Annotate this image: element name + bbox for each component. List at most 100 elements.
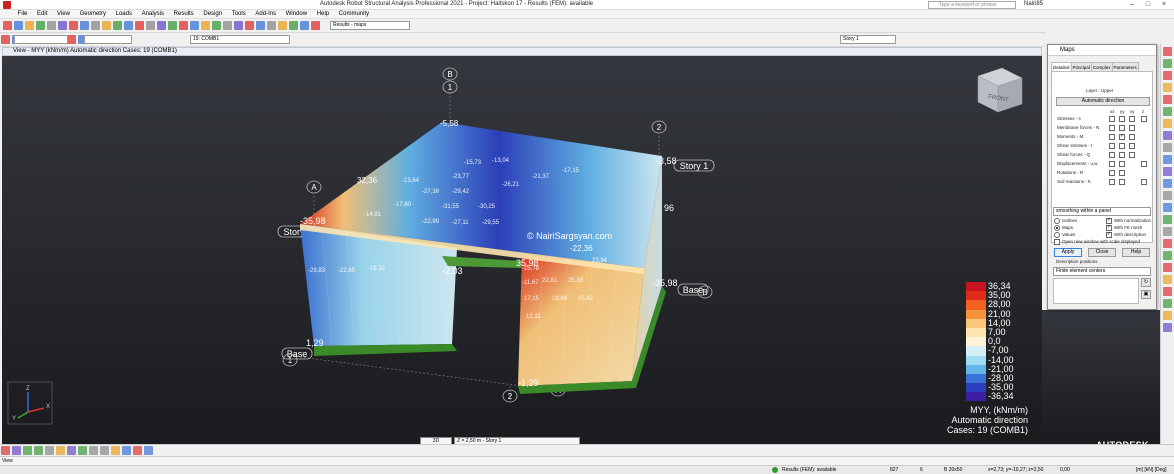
map-component-checkbox[interactable] <box>1141 179 1147 185</box>
bottom-tool-icon[interactable] <box>56 446 65 455</box>
toolbar-tool-icon[interactable] <box>113 21 122 30</box>
map-component-checkbox[interactable] <box>1119 125 1125 131</box>
case-combo[interactable]: 19: COMB1 <box>190 35 290 44</box>
toolbar-tool-icon[interactable] <box>157 21 166 30</box>
side-tool-icon[interactable] <box>1163 131 1172 140</box>
side-tool-icon[interactable] <box>1163 59 1172 68</box>
menu-file[interactable]: File <box>14 10 32 19</box>
toolbar-tool-icon[interactable] <box>124 21 133 30</box>
bottom-tool-icon[interactable] <box>23 446 32 455</box>
settings-icon[interactable]: ▣ <box>1141 290 1151 299</box>
map-component-checkbox[interactable] <box>1119 133 1125 140</box>
toolbar-tool-icon[interactable] <box>223 21 232 30</box>
toolbar-tool-icon[interactable] <box>168 21 177 30</box>
map-component-checkbox[interactable] <box>1109 143 1115 149</box>
map-component-checkbox[interactable] <box>1129 143 1135 149</box>
toolbar-tool-icon[interactable] <box>1 35 10 44</box>
bottom-tool-icon[interactable] <box>89 446 98 455</box>
story-combo[interactable]: Story 1 <box>840 35 896 44</box>
map-component-checkbox[interactable] <box>1109 152 1115 158</box>
bottom-tool-icon[interactable] <box>34 446 43 455</box>
menu-community[interactable]: Community <box>335 10 373 19</box>
toolbar-tool-icon[interactable] <box>245 21 254 30</box>
map-component-checkbox[interactable] <box>1141 116 1147 122</box>
toolbar-tool-icon[interactable] <box>256 21 265 30</box>
bottom-tool-icon[interactable] <box>144 446 153 455</box>
side-tool-icon[interactable] <box>1163 143 1172 152</box>
side-tool-icon[interactable] <box>1163 323 1172 332</box>
toolbar-tool-icon[interactable] <box>267 21 276 30</box>
side-tool-icon[interactable] <box>1163 227 1172 236</box>
side-tool-icon[interactable] <box>1163 155 1172 164</box>
search-input[interactable]: Type a keyword or phrase <box>928 1 1016 9</box>
side-tool-icon[interactable] <box>1163 119 1172 128</box>
map-component-checkbox[interactable] <box>1119 179 1125 185</box>
map-component-checkbox[interactable] <box>1119 143 1125 149</box>
toolbar-tool-icon[interactable] <box>58 21 67 30</box>
tab-principal[interactable]: Principal <box>1070 62 1092 71</box>
user-name[interactable]: Nairi85 <box>1024 1 1043 7</box>
close-button[interactable]: Close <box>1088 248 1116 257</box>
with-description-checkbox[interactable] <box>1106 231 1112 238</box>
toolbar-tool-icon[interactable] <box>179 21 188 30</box>
menu-geometry[interactable]: Geometry <box>76 10 110 19</box>
tab-detailed[interactable]: Detailed <box>1051 62 1072 71</box>
description-positions-combo[interactable]: Finite element centers <box>1053 267 1151 276</box>
menu-view[interactable]: View <box>53 10 74 19</box>
map-component-checkbox[interactable] <box>1129 134 1135 140</box>
tab-complex[interactable]: Complex <box>1090 62 1113 71</box>
toolbar-tool-icon[interactable] <box>311 21 320 30</box>
side-tool-icon[interactable] <box>1163 95 1172 104</box>
map-component-checkbox[interactable] <box>1129 116 1135 122</box>
map-component-checkbox[interactable] <box>1119 116 1125 122</box>
side-tool-icon[interactable] <box>1163 191 1172 200</box>
side-tool-icon[interactable] <box>1163 167 1172 176</box>
menu-help[interactable]: Help <box>313 10 333 19</box>
toolbar-tool-icon[interactable] <box>47 21 56 30</box>
refresh-icon[interactable]: ↻ <box>1141 278 1151 287</box>
map-component-checkbox[interactable] <box>1119 170 1125 176</box>
bottom-tool-icon[interactable] <box>100 446 109 455</box>
side-tool-icon[interactable] <box>1163 71 1172 80</box>
selection-combo[interactable] <box>14 35 68 44</box>
menu-analysis[interactable]: Analysis <box>138 10 168 19</box>
side-tool-icon[interactable] <box>1163 107 1172 116</box>
results-combo[interactable]: Results - maps <box>330 21 410 30</box>
toolbar-tool-icon[interactable] <box>234 21 243 30</box>
map-component-checkbox[interactable] <box>1109 161 1115 167</box>
selection-combo-2[interactable] <box>84 35 132 44</box>
map-component-checkbox[interactable] <box>1119 152 1125 158</box>
map-component-checkbox[interactable] <box>1109 170 1115 176</box>
side-tool-icon[interactable] <box>1163 215 1172 224</box>
menu-tools[interactable]: Tools <box>228 10 250 19</box>
map-component-checkbox[interactable] <box>1141 161 1147 167</box>
bottom-tool-icon[interactable] <box>67 446 76 455</box>
structure-viewport[interactable]: B 1 2 A 2 A 1 B Story 1 Story Base Base <box>2 56 1042 444</box>
toolbar-tool-icon[interactable] <box>289 21 298 30</box>
menu-addins[interactable]: Add-Ins <box>251 10 280 19</box>
menu-loads[interactable]: Loads <box>112 10 136 19</box>
bottom-tool-icon[interactable] <box>1 446 10 455</box>
bottom-tool-icon[interactable] <box>122 446 131 455</box>
bottom-tool-icon[interactable] <box>133 446 142 455</box>
side-tool-icon[interactable] <box>1163 263 1172 272</box>
bottom-tool-icon[interactable] <box>12 446 21 455</box>
tab-parameters[interactable]: Parameters <box>1111 62 1139 71</box>
map-component-checkbox[interactable] <box>1109 179 1115 185</box>
side-tool-icon[interactable] <box>1163 299 1172 308</box>
toolbar-tool-icon[interactable] <box>36 21 45 30</box>
side-tool-icon[interactable] <box>1163 311 1172 320</box>
side-tool-icon[interactable] <box>1163 275 1172 284</box>
menu-design[interactable]: Design <box>199 10 226 19</box>
toolbar-tool-icon[interactable] <box>212 21 221 30</box>
toolbar-tool-icon[interactable] <box>278 21 287 30</box>
toolbar-tool-icon[interactable] <box>25 21 34 30</box>
menu-results[interactable]: Results <box>170 10 198 19</box>
map-component-checkbox[interactable] <box>1109 116 1115 122</box>
bottom-tool-icon[interactable] <box>111 446 120 455</box>
values-radio[interactable] <box>1054 232 1060 238</box>
toolbar-tool-icon[interactable] <box>190 21 199 30</box>
maximize-icon[interactable]: □ <box>1140 0 1156 10</box>
map-component-checkbox[interactable] <box>1129 152 1135 158</box>
toolbar-tool-icon[interactable] <box>201 21 210 30</box>
